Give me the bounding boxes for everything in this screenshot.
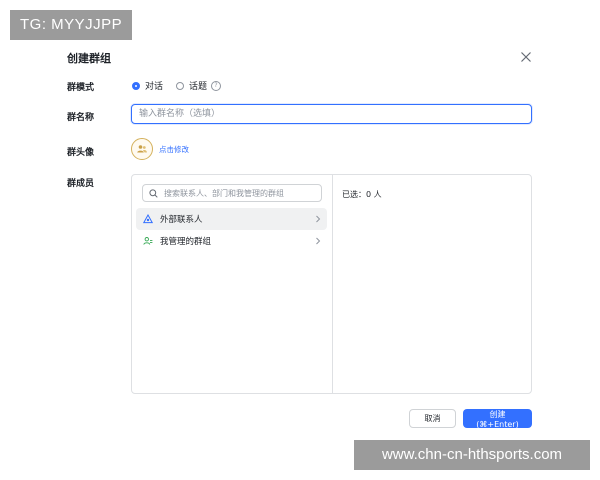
group-mode-label: 群模式 (67, 83, 95, 93)
external-contacts-icon (143, 214, 153, 224)
mode-option-topic-label: 话题 (189, 82, 208, 92)
group-avatar-label: 群头像 (67, 148, 95, 158)
list-item-external-contacts[interactable]: 外部联系人 (136, 208, 327, 230)
mode-option-chat-label: 对话 (145, 82, 164, 92)
group-members-label: 群成员 (67, 179, 95, 189)
radio-selected-icon (132, 81, 140, 90)
managed-groups-icon (143, 237, 153, 245)
mode-option-topic[interactable]: 话题 ? (176, 79, 222, 92)
member-search-input[interactable] (162, 187, 321, 199)
cancel-button[interactable]: 取消 (409, 409, 456, 428)
list-item-label: 我管理的群组 (160, 237, 212, 247)
chevron-right-icon (316, 215, 321, 223)
create-button[interactable]: 创建(⌘+Enter) (463, 409, 532, 429)
mode-option-chat[interactable]: 对话 (132, 79, 163, 92)
search-icon (149, 188, 158, 198)
watermark-top-left: TG: MYYJJPP (10, 10, 133, 40)
watermark-bottom-right: www.chn-cn-hthsports.com (354, 440, 590, 470)
list-item-label: 外部联系人 (160, 215, 203, 225)
group-name-label: 群名称 (67, 113, 95, 123)
chevron-right-icon (316, 237, 321, 245)
question-circle-icon[interactable]: ? (211, 80, 222, 91)
edit-avatar-link[interactable]: 点击修改 (159, 144, 189, 155)
panel-divider (332, 175, 333, 393)
selected-count: 已选：0 人 (342, 190, 382, 199)
member-selector-panel: 外部联系人 我管理的群组 已选：0 人 (131, 174, 532, 394)
group-name-input[interactable] (131, 104, 532, 124)
list-item-managed-groups[interactable]: 我管理的群组 (136, 230, 327, 252)
group-avatar-icon[interactable] (131, 138, 153, 160)
dialog-title: 创建群组 (67, 52, 111, 65)
close-icon[interactable] (518, 49, 534, 65)
member-search-box[interactable] (142, 184, 322, 202)
radio-unselected-icon (176, 81, 184, 90)
